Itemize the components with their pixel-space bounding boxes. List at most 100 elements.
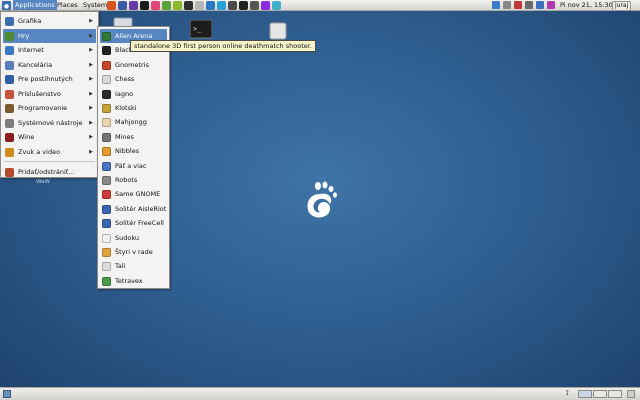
apps-menu-item-grafika[interactable]: Grafika ▶ (3, 14, 96, 28)
tetravex-icon (102, 276, 111, 286)
skype-launcher-icon[interactable] (162, 1, 171, 10)
games-menu-item-label: Sudoku (115, 233, 140, 242)
games-menu-item-robots[interactable]: Robots (100, 173, 167, 187)
media-launcher-icon[interactable] (129, 1, 138, 10)
games-menu-item-label: Same GNOME (115, 190, 161, 199)
clock[interactable]: Pi nov 21, 15:30 (560, 0, 613, 10)
games-menu-item-mines[interactable]: Mines (100, 130, 167, 144)
apps-menu-item-pridat-odstranit[interactable]: Pridať/odstrániť... (3, 165, 96, 179)
archive-launcher-icon[interactable] (250, 1, 259, 10)
gimp-launcher-icon[interactable] (206, 1, 215, 10)
apps-menu-item-systemove-nastroje[interactable]: Systémové nástroje ▶ (3, 116, 96, 130)
firefox-launcher-icon[interactable] (107, 1, 116, 10)
apps-menu-item-internet[interactable]: Internet ▶ (3, 43, 96, 57)
user-switcher[interactable]: juraj (612, 1, 632, 11)
system-menu[interactable]: System (81, 0, 109, 10)
menu-separator (4, 161, 95, 162)
apps-menu-item-prislusenstvo[interactable]: Príslušenstvo ▶ (3, 87, 96, 101)
programming-icon (5, 104, 14, 113)
window-list-icon[interactable]: ⟟ (566, 389, 574, 398)
games-menu-item-klotski[interactable]: Klotski (100, 101, 167, 115)
terminal-desktop-icon[interactable]: >_ (190, 20, 212, 40)
chevron-right-icon: ▶ (89, 76, 93, 82)
games-menu-item-label: Iagno (115, 89, 134, 98)
workspace-3[interactable] (608, 390, 622, 398)
browser-launcher-icon[interactable] (272, 1, 281, 10)
games-submenu-popup: Alien Arena Black Gnometris Chess Iagno Klots… (97, 26, 170, 289)
apps-menu-item-hry[interactable]: Hry ▶ (3, 28, 96, 43)
gnome-logo-icon (307, 181, 337, 218)
games-menu-item-soliter-aisleriot[interactable]: Solitér AisleRiot (100, 202, 167, 216)
places-menu[interactable]: Places (55, 0, 80, 10)
evolution-launcher-icon[interactable] (118, 1, 127, 10)
apps-menu-item-wine[interactable]: Wine ▶ (3, 130, 96, 144)
games-menu-item-label: Gnometris (115, 60, 149, 69)
apps-menu-item-label: Pre postihnutých (18, 75, 73, 83)
games-menu-item-styri-v-rade[interactable]: Štyri v rade (100, 245, 167, 259)
apps-menu-item-zvuk-a-video[interactable]: Zvuk a video ▶ (3, 145, 96, 159)
games-menu-item-tali[interactable]: Tali (100, 259, 167, 273)
games-menu-item-tetravex[interactable]: Tetravex (100, 274, 167, 288)
desktop-hidden-label: WaW (36, 179, 50, 185)
display-tray-icon[interactable] (503, 1, 511, 9)
chevron-right-icon: ▶ (89, 148, 93, 155)
games-menu-item-iagno[interactable]: Iagno (100, 87, 167, 101)
settings-launcher-icon[interactable] (228, 1, 237, 10)
games-menu-item-same-gnome[interactable]: Same GNOME (100, 187, 167, 201)
network-tray-icon[interactable] (492, 1, 500, 9)
apps-menu-item-label: Hry (18, 31, 30, 40)
mail-tray-icon[interactable] (525, 1, 533, 9)
apps-menu-item-kancelaria[interactable]: Kancelária ▶ (3, 58, 96, 72)
apps-menu-item-label: Programovanie (18, 104, 68, 112)
pidgin-launcher-icon[interactable] (151, 1, 160, 10)
terminal-launcher-icon[interactable] (184, 1, 193, 10)
editor-launcher-icon[interactable] (195, 1, 204, 10)
apps-menu-item-pre-postihnutych[interactable]: Pre postihnutých ▶ (3, 72, 96, 86)
trash-applet-icon[interactable] (627, 390, 635, 398)
games-menu-item-mahjongg[interactable]: Mahjongg (100, 115, 167, 129)
robots-icon (102, 176, 111, 185)
games-menu-item-label: Päť a viac (115, 161, 147, 170)
games-menu-item-pat-a-viac[interactable]: Päť a viac (100, 159, 167, 173)
network-launcher-icon[interactable] (261, 1, 270, 10)
alien-arena-icon (102, 32, 111, 41)
same-gnome-icon (102, 190, 111, 200)
workspace-2[interactable] (593, 390, 607, 398)
gnome-foot-icon[interactable] (2, 1, 11, 10)
games-menu-item-label: Nibbles (115, 147, 140, 156)
chevron-right-icon: ▶ (89, 61, 93, 68)
skype2-launcher-icon[interactable] (217, 1, 226, 10)
update-tray-icon[interactable] (514, 1, 522, 9)
games-menu-item-gnometris[interactable]: Gnometris (100, 58, 167, 72)
volume-tray-icon[interactable] (547, 1, 555, 9)
monitor-launcher-icon[interactable] (239, 1, 248, 10)
system-tools-icon (5, 118, 14, 128)
aisleriot-icon (102, 204, 111, 214)
games-menu-item-soliter-freecell[interactable]: Solitér FreeCell (100, 216, 167, 230)
games-menu-item-label: Klotski (115, 104, 137, 112)
script-launcher-icon[interactable] (173, 1, 182, 10)
games-menu-item-label: Tetravex (115, 276, 143, 285)
klotski-icon (102, 104, 111, 113)
graphics-icon (5, 17, 14, 26)
tooltip: standalone 3D first person online deathm… (130, 40, 316, 52)
chevron-right-icon: ▶ (89, 90, 93, 97)
opera-launcher-icon[interactable] (140, 1, 149, 10)
four-in-a-row-icon (102, 248, 111, 257)
games-menu-item-chess[interactable]: Chess (100, 72, 167, 86)
accessories-icon (5, 89, 14, 99)
games-menu-item-sudoku[interactable]: Sudoku (100, 231, 167, 245)
chess-icon (102, 75, 111, 85)
trash-desktop-icon[interactable] (268, 21, 288, 41)
workspace-1[interactable] (578, 390, 592, 398)
show-desktop-icon[interactable] (3, 390, 11, 398)
applications-menu[interactable]: Applications (13, 0, 57, 10)
svg-text:>_: >_ (193, 25, 202, 33)
accessibility-icon (5, 75, 14, 84)
bluetooth-tray-icon[interactable] (536, 1, 544, 9)
chevron-right-icon: ▶ (89, 18, 93, 24)
sudoku-icon (102, 233, 111, 243)
apps-menu-item-programovanie[interactable]: Programovanie ▶ (3, 101, 96, 115)
games-menu-item-label: Solitér FreeCell (115, 219, 164, 228)
games-menu-item-nibbles[interactable]: Nibbles (100, 144, 167, 158)
